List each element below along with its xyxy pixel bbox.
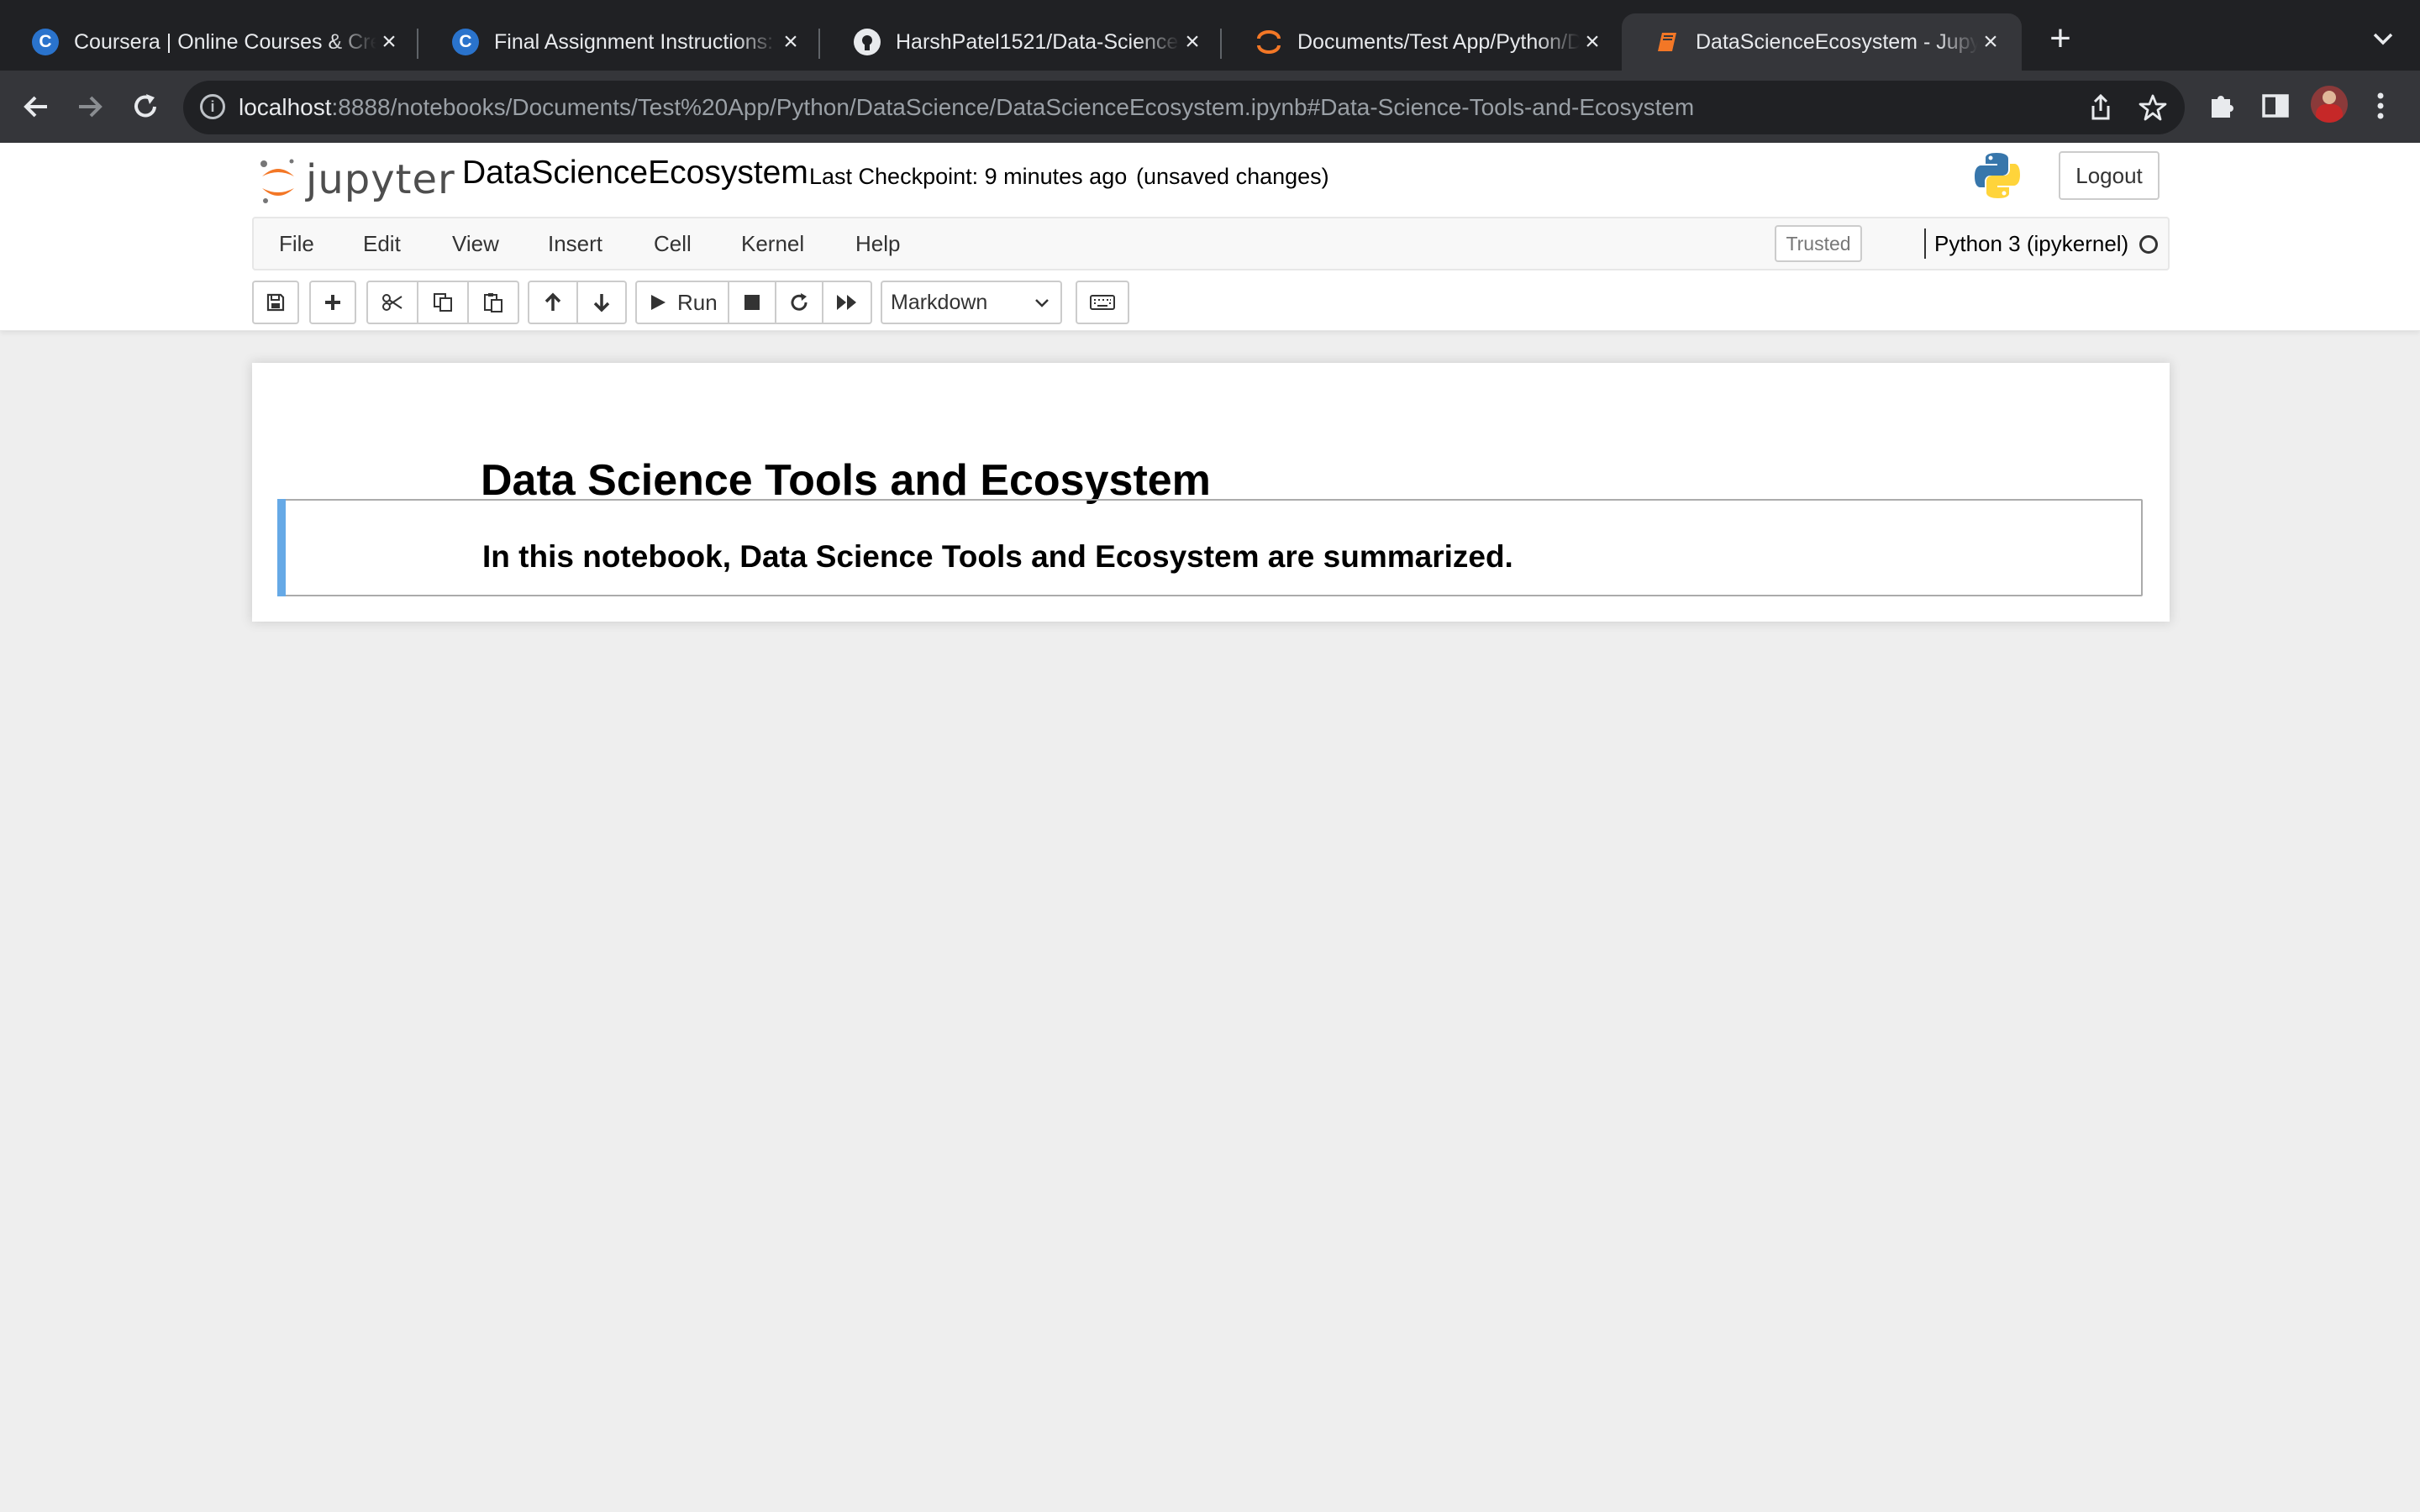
restart-kernel-button[interactable] (775, 281, 823, 324)
site-info-icon[interactable]: i (200, 94, 225, 119)
tab-final-assignment[interactable]: C Final Assignment Instructions: Create … (420, 13, 822, 71)
arrow-down-icon (593, 294, 610, 312)
paste-icon (484, 293, 502, 312)
tab-title: Coursera | Online Courses & Credentials (74, 29, 376, 54)
insert-cell-below-button[interactable] (309, 281, 356, 324)
stop-icon (744, 295, 760, 310)
fast-forward-icon (837, 295, 856, 310)
tab-coursera[interactable]: C Coursera | Online Courses & Credential… (0, 13, 420, 71)
autosave-status: (unsaved changes) (1136, 164, 1329, 189)
more-menu-icon[interactable] (2375, 89, 2386, 123)
restart-run-all-button[interactable] (822, 281, 872, 324)
keyboard-icon (1090, 295, 1115, 310)
copy-icon (434, 293, 452, 312)
github-icon (854, 29, 881, 55)
kernel-idle-indicator-icon (2139, 235, 2158, 254)
play-icon (651, 295, 666, 310)
plus-icon (325, 295, 340, 310)
jupyter-logo[interactable]: jupyter (257, 151, 455, 210)
cell-type-select[interactable]: Markdown (881, 281, 1062, 324)
browser-tab-strip: C Coursera | Online Courses & Credential… (0, 0, 2420, 71)
jupyter-icon (1255, 29, 1282, 55)
copy-cells-button[interactable] (417, 281, 469, 324)
new-tab-button[interactable]: + (2042, 20, 2079, 59)
jupyter-wordmark: jupyter (306, 156, 455, 203)
close-tab-icon[interactable]: × (778, 29, 803, 55)
kernel-divider (1924, 228, 1926, 259)
scissors-icon (382, 294, 402, 311)
jupyter-header: jupyter DataScienceEcosystem Last Checkp… (0, 143, 2420, 331)
tab-jupyter-tree[interactable]: Documents/Test App/Python/DataScience/ × (1223, 13, 1623, 71)
address-bar[interactable]: i localhost:8888/notebooks/Documents/Tes… (183, 81, 2185, 134)
trusted-indicator[interactable]: Trusted (1775, 225, 1862, 262)
cell-heading-h1: Data Science Tools and Ecosystem (481, 456, 1211, 505)
run-label: Run (677, 289, 718, 315)
menu-kernel[interactable]: Kernel (741, 218, 804, 269)
notebook-menubar: File Edit View Insert Cell Kernel Help T… (252, 217, 2170, 270)
menu-edit[interactable]: Edit (363, 218, 401, 269)
cut-cells-button[interactable] (366, 281, 418, 324)
markdown-cell-selected[interactable]: In this notebook, Data Science Tools and… (277, 499, 2143, 596)
tab-search-chevron-icon[interactable] (2368, 24, 2398, 54)
cell-type-value: Markdown (891, 291, 988, 314)
notebook-container: Data Science Tools and Ecosystem In this… (252, 363, 2170, 622)
cell-heading-h3: In this notebook, Data Science Tools and… (482, 539, 1513, 574)
save-icon (266, 293, 285, 312)
python-logo-icon (1975, 153, 2020, 198)
profile-avatar[interactable] (2311, 86, 2348, 123)
menu-help[interactable]: Help (855, 218, 900, 269)
menu-cell[interactable]: Cell (654, 218, 692, 269)
command-palette-button[interactable] (1076, 281, 1129, 324)
tab-title: Documents/Test App/Python/DataScience/ (1297, 29, 1580, 54)
logout-button[interactable]: Logout (2059, 151, 2160, 200)
side-panel-icon[interactable] (2259, 89, 2292, 123)
coursera-icon: C (452, 29, 479, 55)
tab-github[interactable]: HarshPatel1521/Data-Science × (822, 13, 1223, 71)
share-icon[interactable] (2086, 92, 2116, 123)
close-tab-icon[interactable]: × (1180, 29, 1205, 55)
paste-cells-button[interactable] (467, 281, 519, 324)
bookmark-star-icon[interactable] (2138, 92, 2168, 123)
coursera-icon: C (32, 29, 59, 55)
url-text[interactable]: localhost:8888/notebooks/Documents/Test%… (239, 81, 1694, 134)
notebook-name[interactable]: DataScienceEcosystem (462, 155, 808, 192)
menu-view[interactable]: View (452, 218, 499, 269)
arrow-up-icon (544, 292, 561, 311)
tab-divider (1220, 29, 1222, 59)
close-tab-icon[interactable]: × (1978, 29, 2003, 55)
reload-icon[interactable] (126, 87, 165, 126)
jupyter-logo-icon (260, 159, 294, 203)
menu-file[interactable]: File (279, 218, 314, 269)
tab-title: DataScienceEcosystem - Jupyter Notebook (1696, 29, 1978, 54)
markdown-cell[interactable]: Data Science Tools and Ecosystem (277, 388, 2143, 505)
chevron-down-icon (1035, 299, 1049, 307)
selected-cell-indicator (277, 499, 286, 596)
move-cell-down-button[interactable] (576, 281, 627, 324)
run-cell-button[interactable]: Run (635, 281, 729, 324)
interrupt-kernel-button[interactable] (728, 281, 776, 324)
menu-insert[interactable]: Insert (548, 218, 602, 269)
save-button[interactable] (252, 281, 299, 324)
tab-title: Final Assignment Instructions: Create an… (494, 29, 778, 54)
kernel-name[interactable]: Python 3 (ipykernel) (1934, 218, 2128, 269)
last-checkpoint-status: Last Checkpoint: 9 minutes ago (809, 164, 1128, 189)
tab-notebook-active[interactable]: DataScienceEcosystem - Jupyter Notebook … (1622, 13, 2022, 71)
close-tab-icon[interactable]: × (376, 29, 402, 55)
back-arrow-icon[interactable] (17, 87, 55, 126)
tab-divider (818, 29, 820, 59)
browser-toolbar: i localhost:8888/notebooks/Documents/Tes… (0, 71, 2420, 143)
tab-divider (417, 29, 418, 59)
notebook-icon (1654, 29, 1681, 55)
extensions-puzzle-icon[interactable] (2205, 89, 2238, 123)
forward-arrow-icon[interactable] (71, 87, 109, 126)
move-cell-up-button[interactable] (528, 281, 578, 324)
tab-title: HarshPatel1521/Data-Science (896, 29, 1179, 54)
restart-icon (791, 293, 808, 311)
close-tab-icon[interactable]: × (1580, 29, 1605, 55)
